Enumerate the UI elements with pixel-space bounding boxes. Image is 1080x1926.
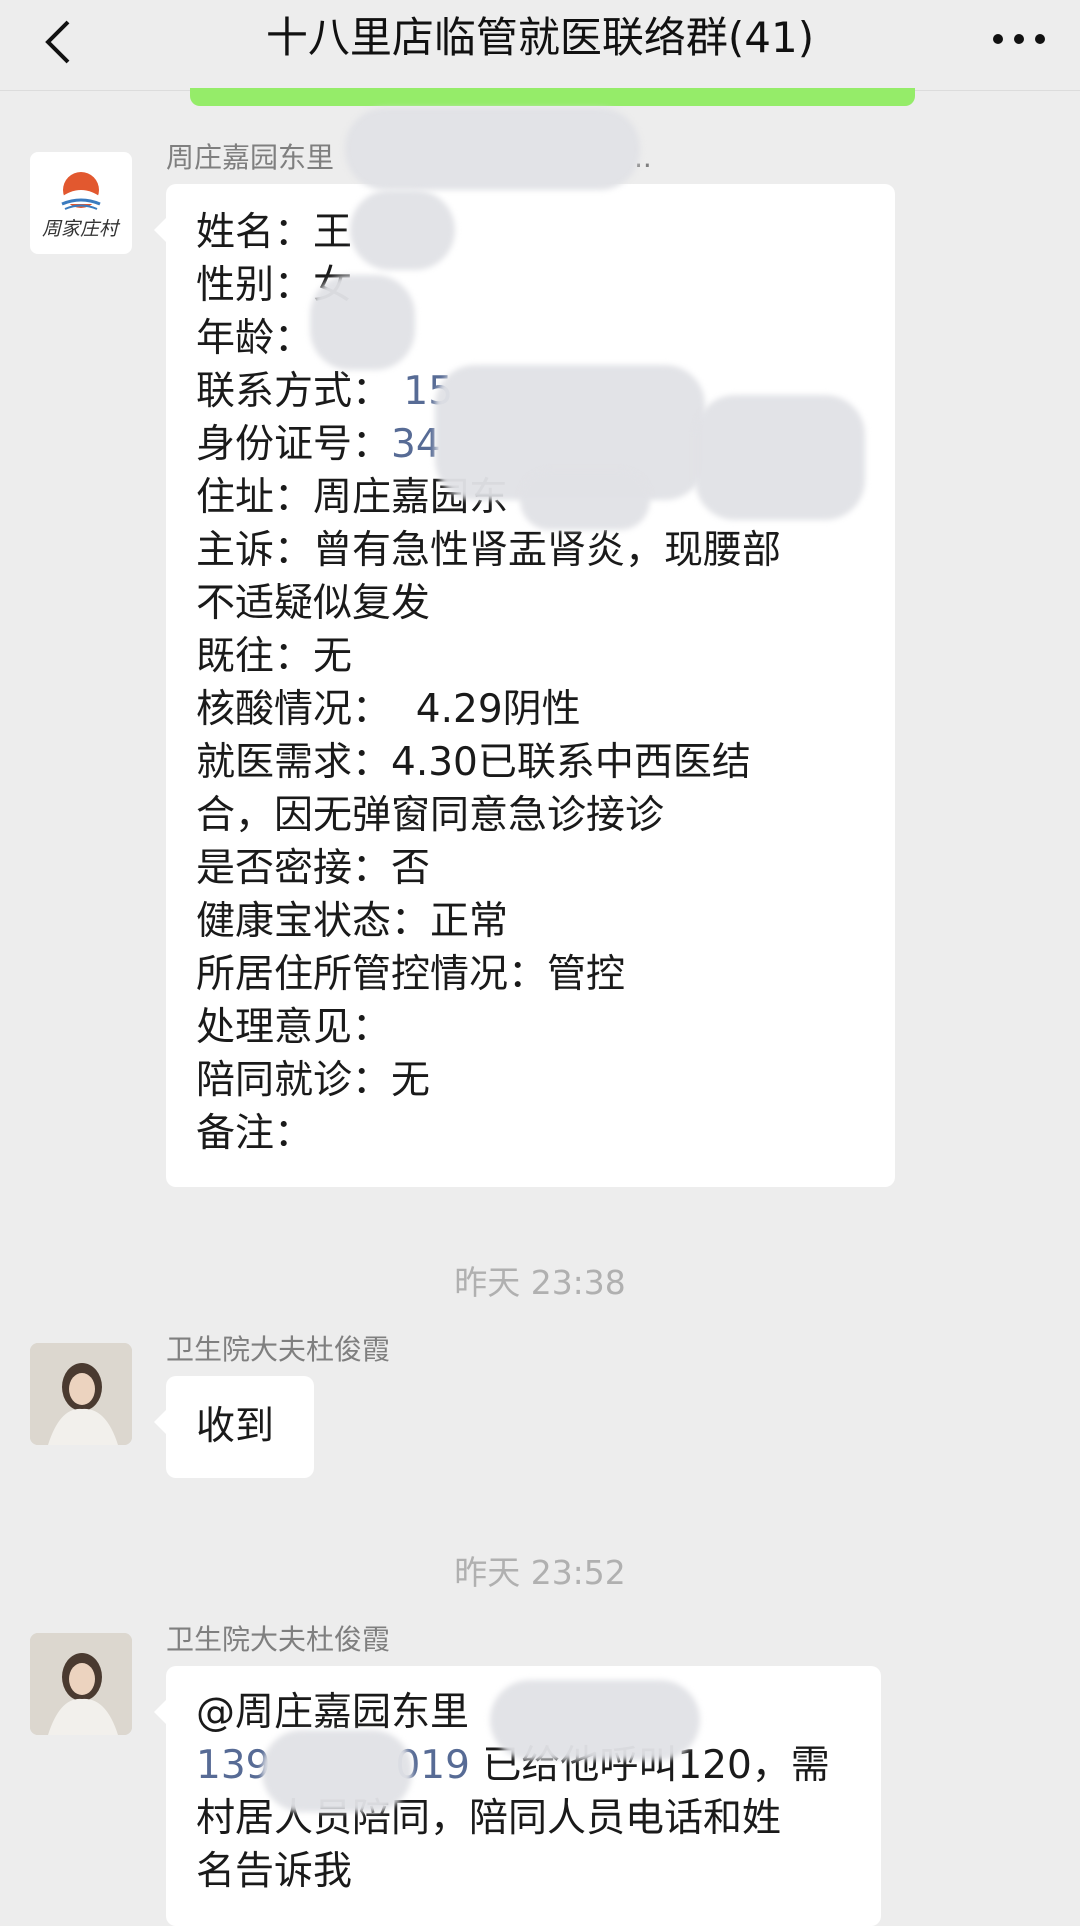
field-complaint: 主诉：曾有急性肾盂肾炎，现腰部: [196, 528, 782, 573]
message-line: 名告诉我: [196, 1849, 353, 1894]
field-test-result: 核酸情况： 4.29阴性: [196, 687, 581, 732]
message-text: 收到: [196, 1404, 275, 1449]
avatar[interactable]: 周家庄村: [30, 152, 132, 254]
sender-name: 卫生院大夫杜俊霞: [166, 1623, 391, 1656]
field-health-status: 健康宝状态：正常: [196, 899, 509, 944]
redaction-blur: [520, 470, 650, 530]
redaction-blur: [350, 190, 455, 270]
field-close-contact: 是否密接：否: [196, 846, 431, 891]
redaction-blur: [695, 395, 865, 520]
id-link[interactable]: 34: [391, 422, 441, 467]
message-bubble[interactable]: 收到: [154, 1376, 314, 1478]
field-handling: 处理意见：: [196, 1005, 392, 1050]
avatar[interactable]: [30, 1633, 132, 1735]
field-age: 年龄：: [196, 316, 314, 361]
field-gender: 性别：女: [196, 263, 353, 308]
redaction-blur: [310, 275, 415, 370]
field-complaint-cont: 不适疑似复发: [196, 581, 431, 626]
message-bubble[interactable]: 姓名：王 性别：女 年龄： 联系方式： 15 身份证号：34 住址：周庄嘉园东 …: [154, 184, 895, 1187]
field-residence-control: 所居住所管控情况：管控: [196, 952, 626, 997]
field-notes: 备注：: [196, 1111, 314, 1156]
phone-link[interactable]: 139: [196, 1743, 270, 1788]
sender-name: 卫生院大夫杜俊霞: [166, 1333, 391, 1366]
previous-message-bubble-edge: [190, 88, 915, 106]
field-medical-need-cont: 合，因无弹窗同意急诊接诊: [196, 793, 665, 838]
redaction-blur: [345, 108, 640, 190]
field-name: 姓名：王: [196, 210, 353, 255]
timestamp: 昨天 23:52: [454, 1553, 626, 1592]
avatar-logo-text: 周家庄村: [42, 218, 119, 240]
redaction-blur: [490, 1680, 700, 1760]
field-medical-need: 就医需求：4.30已联系中西医结: [196, 740, 751, 785]
field-escort: 陪同就诊：无: [196, 1058, 431, 1103]
timestamp: 昨天 23:38: [454, 1263, 626, 1302]
avatar[interactable]: [30, 1343, 132, 1445]
more-dots-icon[interactable]: [984, 14, 1054, 64]
field-history: 既往：无: [196, 634, 353, 679]
top-bar: 十八里店临管就医联络群(41): [0, 0, 1080, 91]
chevron-left-icon[interactable]: [30, 12, 90, 72]
chat-title: 十八里店临管就医联络群(41): [265, 13, 815, 62]
redaction-blur: [262, 1730, 412, 1812]
